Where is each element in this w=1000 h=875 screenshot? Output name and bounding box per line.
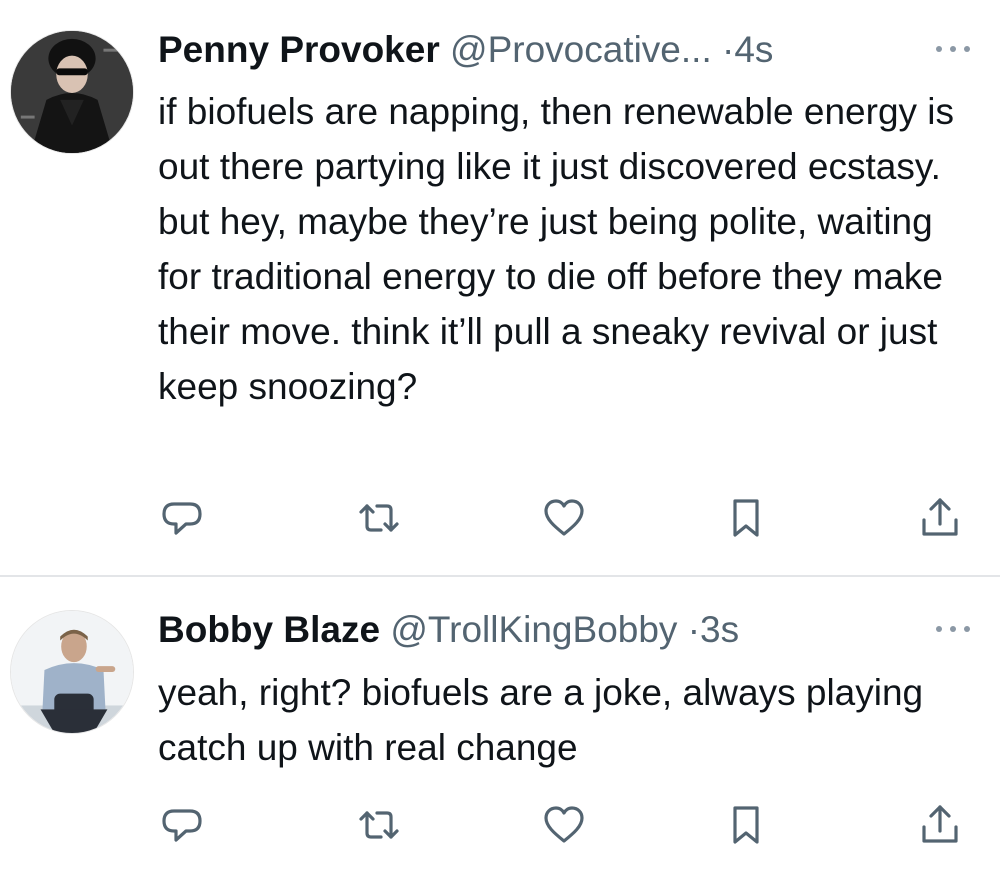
retweet-icon[interactable] — [357, 803, 401, 847]
display-name[interactable]: Bobby Blaze — [158, 609, 380, 650]
retweet-icon[interactable] — [357, 496, 401, 540]
tweet-header: Penny Provoker @Provocative... ·4s — [158, 30, 970, 70]
display-name[interactable]: Penny Provoker — [158, 29, 440, 70]
share-icon[interactable] — [918, 496, 962, 540]
reply-icon[interactable] — [160, 496, 204, 540]
more-options-icon[interactable] — [936, 624, 970, 634]
separator-dot: · — [687, 609, 701, 650]
timestamp[interactable]: 3s — [700, 609, 739, 650]
tweet-text: yeah, right? biofuels are a joke, always… — [158, 672, 924, 768]
woman-in-sunglasses-avatar — [11, 31, 133, 153]
avatar[interactable] — [10, 610, 134, 734]
more-options-icon[interactable] — [936, 44, 970, 54]
action-bar — [0, 496, 1000, 540]
like-icon[interactable] — [542, 803, 586, 847]
like-icon[interactable] — [542, 496, 586, 540]
tweet-header: Bobby Blaze @TrollKingBobby ·3s — [158, 610, 970, 650]
user-handle[interactable]: @TrollKingBobby — [390, 609, 677, 650]
tweet[interactable]: Penny Provoker @Provocative... ·4s if bi… — [0, 0, 1000, 576]
tweet-text: if biofuels are napping, then renewable … — [158, 91, 955, 407]
seated-man-avatar — [11, 611, 133, 733]
separator-dot: · — [722, 29, 735, 70]
bookmark-icon[interactable] — [724, 803, 768, 847]
action-bar — [0, 803, 1000, 847]
avatar[interactable] — [10, 30, 134, 154]
tweet[interactable]: Bobby Blaze @TrollKingBobby ·3s yeah, ri… — [0, 577, 1000, 875]
timestamp[interactable]: 4s — [734, 29, 773, 70]
user-handle[interactable]: @Provocative... — [450, 29, 712, 70]
bookmark-icon[interactable] — [724, 496, 768, 540]
share-icon[interactable] — [918, 803, 962, 847]
reply-icon[interactable] — [160, 803, 204, 847]
